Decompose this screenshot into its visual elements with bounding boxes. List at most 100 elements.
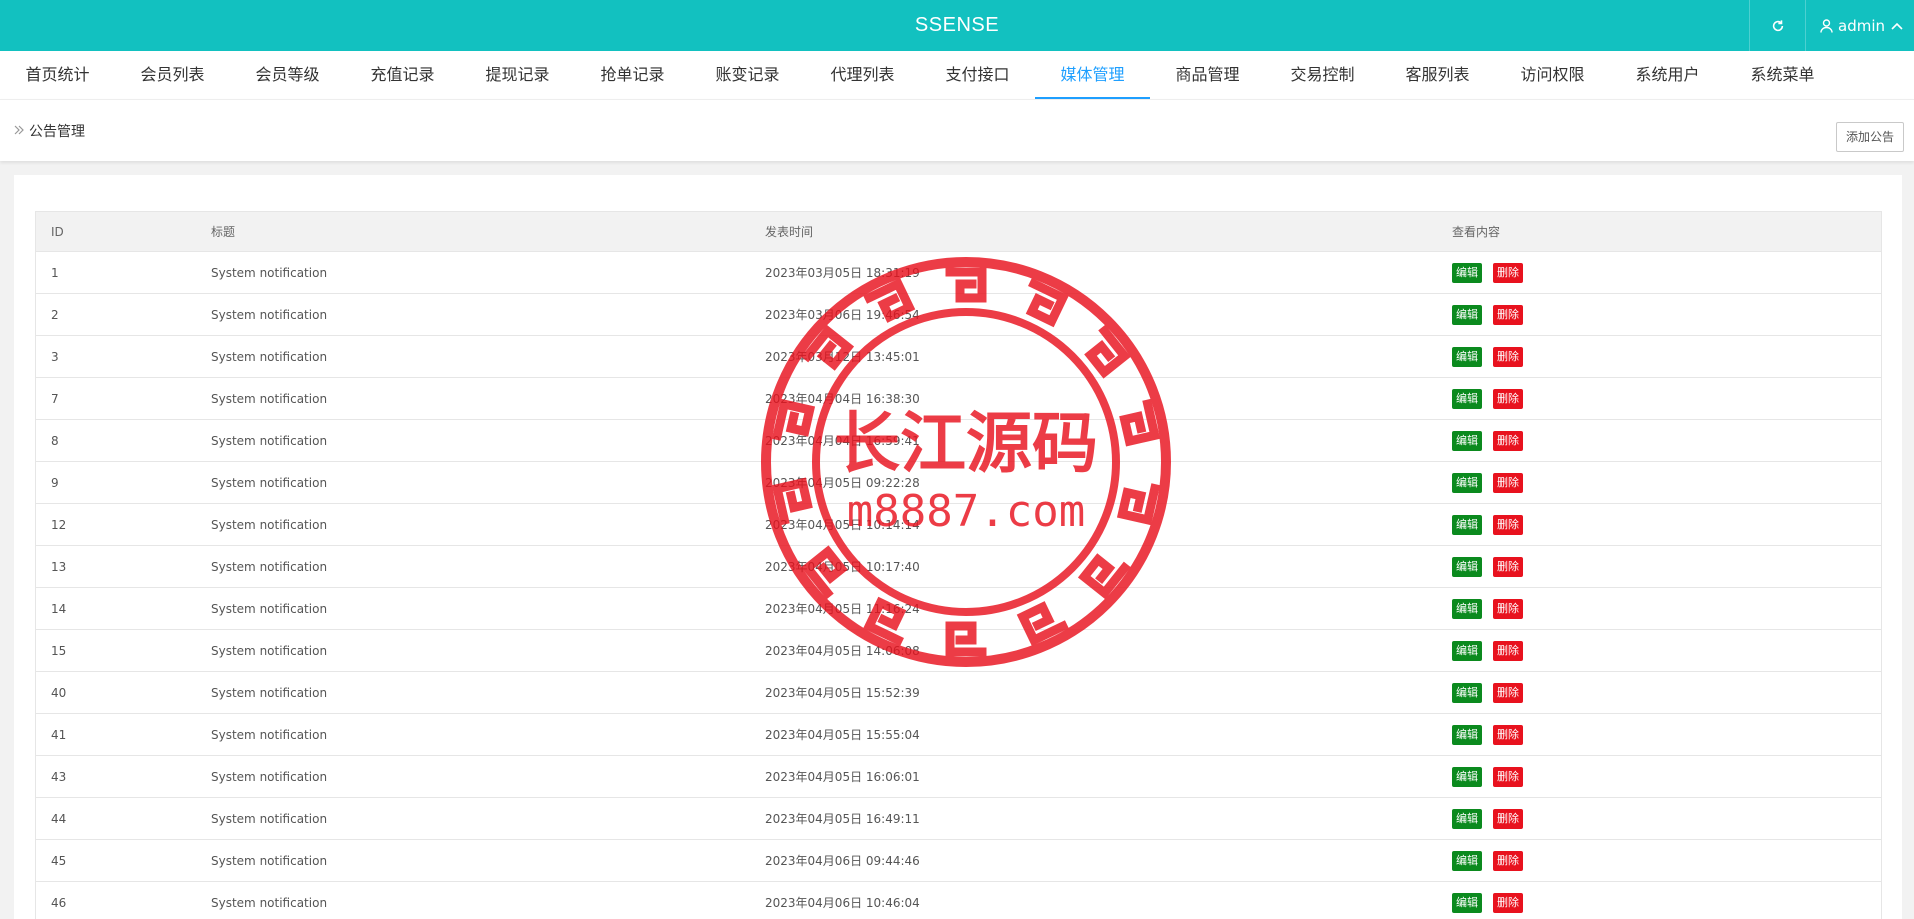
delete-button[interactable]: 删除 xyxy=(1493,388,1523,409)
cell-title: System notification xyxy=(211,643,328,658)
nav-item-0[interactable]: 首页统计 xyxy=(0,51,115,99)
edit-button[interactable]: 编辑 xyxy=(1452,808,1482,829)
nav-item-1[interactable]: 会员列表 xyxy=(115,51,230,99)
delete-button[interactable]: 删除 xyxy=(1493,556,1523,577)
cell-time: 2023年04月05日 16:49:11 xyxy=(765,812,920,826)
cell-actions: 编辑 删除 xyxy=(1452,892,1881,913)
nav-item-3[interactable]: 充值记录 xyxy=(345,51,460,99)
user-menu[interactable]: admin xyxy=(1805,0,1914,51)
edit-button[interactable]: 编辑 xyxy=(1452,514,1482,535)
app-brand: SSENSE xyxy=(914,14,1000,36)
cell-title: System notification xyxy=(211,895,328,910)
cell-title: System notification xyxy=(211,559,328,574)
breadcrumb-label: 公告管理 xyxy=(29,124,85,140)
nav-item-11[interactable]: 交易控制 xyxy=(1265,51,1380,99)
cell-actions: 编辑 删除 xyxy=(1452,430,1881,451)
nav-item-2[interactable]: 会员等级 xyxy=(230,51,345,99)
cell-title: System notification xyxy=(211,517,328,532)
cell-time: 2023年04月05日 10:17:40 xyxy=(765,560,920,574)
table-row: 2 System notification 2023年03月06日 19:46:54… xyxy=(36,294,1881,336)
cell-id: 15 xyxy=(51,643,67,658)
cell-title: System notification xyxy=(211,307,328,322)
cell-actions: 编辑 删除 xyxy=(1452,598,1881,619)
delete-button[interactable]: 删除 xyxy=(1493,892,1523,913)
edit-button[interactable]: 编辑 xyxy=(1452,388,1482,409)
announcement-table: ID 标题 发表时间 查看内容 1 System notification 2023… xyxy=(35,211,1882,919)
table-header: ID 标题 发表时间 查看内容 xyxy=(36,212,1881,252)
delete-button[interactable]: 删除 xyxy=(1493,430,1523,451)
delete-button[interactable]: 删除 xyxy=(1493,682,1523,703)
user-icon xyxy=(1820,18,1833,33)
table-row: 41 System notification 2023年04月05日 15:55:0… xyxy=(36,714,1881,756)
cell-id: 13 xyxy=(51,559,67,574)
edit-button[interactable]: 编辑 xyxy=(1452,598,1482,619)
cell-title: System notification xyxy=(211,601,328,616)
nav-item-4[interactable]: 提现记录 xyxy=(460,51,575,99)
cell-time: 2023年04月05日 11:16:24 xyxy=(765,602,920,616)
table-row: 1 System notification 2023年03月05日 18:31:19… xyxy=(36,252,1881,294)
delete-button[interactable]: 删除 xyxy=(1493,304,1523,325)
breadcrumb: 公告管理 xyxy=(14,100,85,162)
delete-button[interactable]: 删除 xyxy=(1493,472,1523,493)
nav-item-5[interactable]: 抢单记录 xyxy=(575,51,690,99)
delete-button[interactable]: 删除 xyxy=(1493,514,1523,535)
refresh-icon xyxy=(1771,19,1785,33)
cell-title: System notification xyxy=(211,769,328,784)
nav-item-9[interactable]: 媒体管理 xyxy=(1035,51,1150,99)
edit-button[interactable]: 编辑 xyxy=(1452,892,1482,913)
delete-button[interactable]: 删除 xyxy=(1493,346,1523,367)
edit-button[interactable]: 编辑 xyxy=(1452,682,1482,703)
edit-button[interactable]: 编辑 xyxy=(1452,262,1482,283)
cell-actions: 编辑 删除 xyxy=(1452,472,1881,493)
cell-time: 2023年03月06日 19:46:54 xyxy=(765,308,920,322)
edit-button[interactable]: 编辑 xyxy=(1452,472,1482,493)
delete-button[interactable]: 删除 xyxy=(1493,724,1523,745)
table-row: 8 System notification 2023年04月04日 16:59:41… xyxy=(36,420,1881,462)
cell-id: 9 xyxy=(51,475,59,490)
delete-button[interactable]: 删除 xyxy=(1493,262,1523,283)
cell-time: 2023年04月06日 10:46:04 xyxy=(765,896,920,910)
cell-time: 2023年04月06日 09:44:46 xyxy=(765,854,920,868)
refresh-button[interactable] xyxy=(1749,0,1805,51)
add-announcement-button[interactable]: 添加公告 xyxy=(1835,122,1904,152)
nav-item-10[interactable]: 商品管理 xyxy=(1150,51,1265,99)
nav-item-12[interactable]: 客服列表 xyxy=(1380,51,1495,99)
nav-item-6[interactable]: 账变记录 xyxy=(690,51,805,99)
cell-id: 46 xyxy=(51,895,67,910)
header-actions: 查看内容 xyxy=(1452,225,1501,239)
sub-header: 公告管理 添加公告 xyxy=(0,99,1914,161)
edit-button[interactable]: 编辑 xyxy=(1452,346,1482,367)
edit-button[interactable]: 编辑 xyxy=(1452,430,1482,451)
main-nav: 首页统计 会员列表 会员等级 充值记录 提现记录 抢单记录 账变记录 代理列表 支付接口 媒体管理… xyxy=(0,51,1914,99)
cell-id: 14 xyxy=(51,601,67,616)
edit-button[interactable]: 编辑 xyxy=(1452,724,1482,745)
cell-title: System notification xyxy=(211,685,328,700)
edit-button[interactable]: 编辑 xyxy=(1452,304,1482,325)
nav-item-8[interactable]: 支付接口 xyxy=(920,51,1035,99)
cell-time: 2023年04月05日 15:52:39 xyxy=(765,686,920,700)
header-id: ID xyxy=(51,224,64,239)
delete-button[interactable]: 删除 xyxy=(1493,598,1523,619)
edit-button[interactable]: 编辑 xyxy=(1452,556,1482,577)
nav-item-7[interactable]: 代理列表 xyxy=(805,51,920,99)
cell-id: 40 xyxy=(51,685,67,700)
nav-item-15[interactable]: 系统菜单 xyxy=(1725,51,1840,99)
nav-item-13[interactable]: 访问权限 xyxy=(1495,51,1610,99)
edit-button[interactable]: 编辑 xyxy=(1452,850,1482,871)
delete-button[interactable]: 删除 xyxy=(1493,640,1523,661)
chevron-up-icon xyxy=(1890,21,1904,31)
delete-button[interactable]: 删除 xyxy=(1493,808,1523,829)
table-row: 43 System notification 2023年04月05日 16:06:0… xyxy=(36,756,1881,798)
table-row: 40 System notification 2023年04月05日 15:52:3… xyxy=(36,672,1881,714)
delete-button[interactable]: 删除 xyxy=(1493,766,1523,787)
table-row: 15 System notification 2023年04月05日 14:06:0… xyxy=(36,630,1881,672)
nav-item-14[interactable]: 系统用户 xyxy=(1610,51,1725,99)
delete-button[interactable]: 删除 xyxy=(1493,850,1523,871)
cell-actions: 编辑 删除 xyxy=(1452,514,1881,535)
cell-title: System notification xyxy=(211,349,328,364)
header-time: 发表时间 xyxy=(765,225,814,239)
edit-button[interactable]: 编辑 xyxy=(1452,640,1482,661)
edit-button[interactable]: 编辑 xyxy=(1452,766,1482,787)
cell-id: 44 xyxy=(51,811,67,826)
cell-time: 2023年04月04日 16:59:41 xyxy=(765,434,920,448)
